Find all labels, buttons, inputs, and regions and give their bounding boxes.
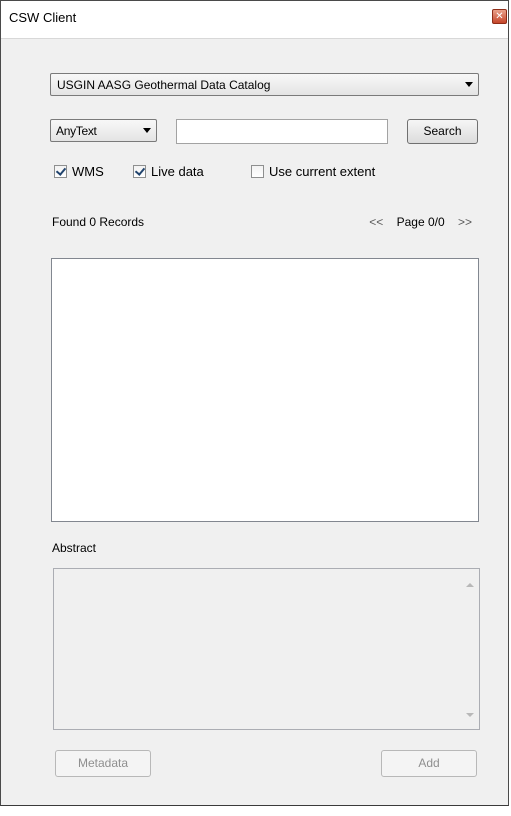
abstract-textbox[interactable] <box>53 568 480 730</box>
next-page-button[interactable]: >> <box>458 215 472 229</box>
search-field-dropdown[interactable]: AnyText <box>50 119 157 142</box>
search-button[interactable]: Search <box>407 119 478 144</box>
wms-checkbox-label: WMS <box>72 164 104 179</box>
abstract-label: Abstract <box>52 541 97 555</box>
previous-page-button[interactable]: << <box>369 215 383 229</box>
scroll-up-arrow-icon[interactable] <box>466 583 474 587</box>
metadata-button[interactable]: Metadata <box>55 750 151 777</box>
wms-checkbox-box[interactable] <box>54 165 67 178</box>
pagination: << Page 0/0 >> <box>369 215 472 229</box>
title-bar[interactable]: CSW Client ✕ <box>1 1 508 39</box>
live-data-checkbox-box[interactable] <box>133 165 146 178</box>
window-title: CSW Client <box>9 10 77 25</box>
chevron-down-icon <box>143 128 151 133</box>
search-field-selected-value: AnyText <box>56 124 97 138</box>
live-data-checkbox-label: Live data <box>151 164 204 179</box>
catalog-dropdown[interactable]: USGIN AASG Geothermal Data Catalog <box>50 73 479 96</box>
close-button[interactable]: ✕ <box>492 9 507 24</box>
use-current-extent-checkbox-box[interactable] <box>251 165 264 178</box>
results-list[interactable] <box>51 258 479 522</box>
page-indicator: Page 0/0 <box>396 215 445 229</box>
search-input[interactable] <box>176 119 388 144</box>
scroll-down-arrow-icon[interactable] <box>466 713 474 717</box>
records-found-count: Found 0 Records <box>52 215 145 229</box>
catalog-selected-value: USGIN AASG Geothermal Data Catalog <box>57 78 271 92</box>
chevron-down-icon <box>465 82 473 87</box>
close-icon: ✕ <box>495 11 504 22</box>
csw-client-window: CSW Client ✕ USGIN AASG Geothermal Data … <box>0 0 509 806</box>
use-current-extent-checkbox-label: Use current extent <box>269 164 376 179</box>
dialog-content: USGIN AASG Geothermal Data Catalog AnyTe… <box>1 39 508 807</box>
add-button[interactable]: Add <box>381 750 477 777</box>
abstract-scrollbar[interactable] <box>462 569 479 729</box>
